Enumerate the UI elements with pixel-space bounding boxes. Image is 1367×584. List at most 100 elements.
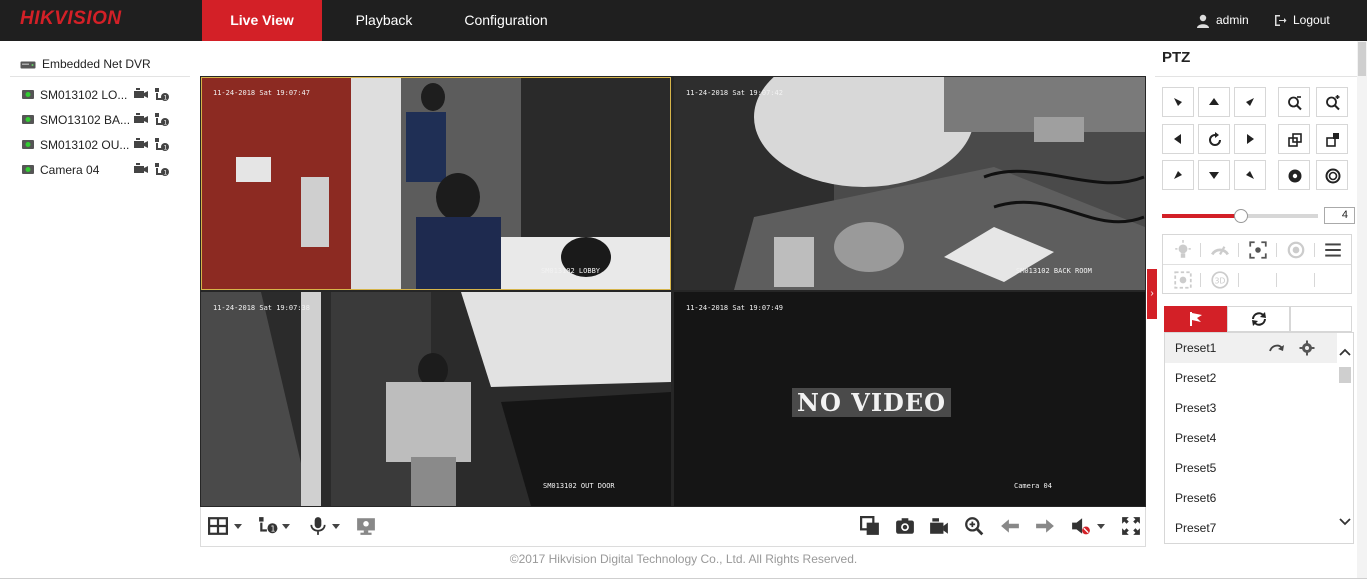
digital-zoom-icon[interactable] xyxy=(964,516,984,536)
stream-select-icon[interactable]: 1 xyxy=(154,162,170,177)
iris-open-button[interactable] xyxy=(1316,160,1348,190)
start-live-view-icon[interactable] xyxy=(134,113,148,125)
start-live-view-icon[interactable] xyxy=(134,138,148,150)
volume-dropdown-caret[interactable] xyxy=(1097,524,1105,529)
gear-icon[interactable] xyxy=(1299,340,1315,356)
preset-label: Preset2 xyxy=(1175,371,1217,385)
timestamp-overlay: 11-24-2018 Sat 19:07:38 xyxy=(213,304,310,312)
3d-positioning-icon[interactable]: 3D xyxy=(1210,270,1230,290)
scrollbar-thumb[interactable] xyxy=(1339,367,1351,383)
start-live-view-icon[interactable] xyxy=(134,88,148,100)
divider xyxy=(0,578,1367,579)
user-menu[interactable]: admin xyxy=(1196,0,1249,41)
focus-near-button[interactable] xyxy=(1278,124,1310,154)
menu-icon[interactable] xyxy=(1323,240,1343,260)
layout-dropdown-caret[interactable] xyxy=(234,524,242,529)
stream-dropdown-caret[interactable] xyxy=(282,524,290,529)
light-icon[interactable] xyxy=(1173,240,1193,260)
microphone-icon[interactable] xyxy=(308,516,328,536)
chevron-up-icon[interactable] xyxy=(1339,347,1351,357)
tab-patrol[interactable] xyxy=(1227,306,1290,332)
logout-label: Logout xyxy=(1293,13,1330,27)
manual-tracking-icon[interactable] xyxy=(1173,270,1193,290)
ptz-up-right-button[interactable] xyxy=(1234,87,1266,117)
preset-item-3[interactable]: Preset3 xyxy=(1165,393,1337,423)
timestamp-overlay: 11-24-2018 Sat 19:07:49 xyxy=(686,304,783,312)
auxiliary-focus-icon[interactable] xyxy=(1248,240,1268,260)
ptz-right-button[interactable] xyxy=(1234,124,1266,154)
ptz-up-button[interactable] xyxy=(1198,87,1230,117)
camera-status-icon xyxy=(22,115,34,124)
video-tile-1[interactable]: 11-24-2018 Sat 19:07:47 SM013102 LOBBY xyxy=(201,77,671,290)
video-wall-icon[interactable] xyxy=(356,516,376,536)
previous-page-icon[interactable] xyxy=(1000,516,1020,536)
divider xyxy=(1163,264,1351,265)
preset-item-5[interactable]: Preset5 xyxy=(1165,453,1337,483)
ptz-speed-slider[interactable] xyxy=(1162,209,1318,223)
video-feed-out-door xyxy=(201,292,671,506)
preset-label: Preset1 xyxy=(1175,341,1217,355)
tab-preset[interactable] xyxy=(1164,306,1227,332)
video-tile-4[interactable]: 11-24-2018 Sat 19:07:49 NO VIDEO Camera … xyxy=(674,292,1145,506)
tab-pattern[interactable] xyxy=(1290,306,1352,332)
video-tile-2[interactable]: 11-24-2018 Sat 19:07:42 SM013102 BACK RO… xyxy=(674,77,1145,290)
ptz-down-left-button[interactable] xyxy=(1162,160,1194,190)
svg-text:1: 1 xyxy=(271,524,276,533)
stream-select-icon[interactable]: 1 xyxy=(154,112,170,127)
tab-configuration[interactable]: Configuration xyxy=(450,0,562,41)
zoom-out-button[interactable] xyxy=(1278,87,1310,117)
video-tile-3[interactable]: 11-24-2018 Sat 19:07:38 SM013102 OUT DOO… xyxy=(201,292,671,506)
collapse-ptz-button[interactable]: › xyxy=(1147,269,1157,319)
user-icon xyxy=(1197,14,1209,28)
iris-close-button[interactable] xyxy=(1278,160,1310,190)
wiper-icon[interactable] xyxy=(1210,240,1230,260)
copyright-footer: ©2017 Hikvision Digital Technology Co., … xyxy=(509,552,858,566)
focus-far-button[interactable] xyxy=(1316,124,1348,154)
tab-live-view[interactable]: Live View xyxy=(202,0,322,41)
preset-item-1[interactable]: Preset1 xyxy=(1165,333,1337,363)
preset-item-4[interactable]: Preset4 xyxy=(1165,423,1337,453)
preset-label: Preset7 xyxy=(1175,521,1217,535)
stream-icon[interactable]: 1 xyxy=(258,516,278,536)
ptz-up-left-button[interactable] xyxy=(1162,87,1194,117)
no-video-indicator: NO VIDEO xyxy=(792,388,952,417)
username: admin xyxy=(1216,13,1249,27)
camera-item-2[interactable]: SMO13102 BA... 1 xyxy=(22,111,182,129)
stream-select-icon[interactable]: 1 xyxy=(154,137,170,152)
chevron-down-icon[interactable] xyxy=(1339,517,1351,527)
zoom-in-button[interactable] xyxy=(1316,87,1348,117)
microphone-dropdown-caret[interactable] xyxy=(332,524,340,529)
layout-icon[interactable] xyxy=(208,516,228,536)
ptz-auto-button[interactable] xyxy=(1198,124,1230,154)
lens-initialization-icon[interactable] xyxy=(1286,240,1306,260)
preset-item-2[interactable]: Preset2 xyxy=(1165,363,1337,393)
ptz-down-right-button[interactable] xyxy=(1234,160,1266,190)
volume-mute-icon[interactable] xyxy=(1071,516,1091,536)
record-icon[interactable] xyxy=(929,516,949,536)
page-scrollbar[interactable] xyxy=(1357,41,1367,578)
slider-handle[interactable] xyxy=(1234,209,1248,223)
camera-item-4[interactable]: Camera 04 1 xyxy=(22,161,182,179)
device-node[interactable]: Embedded Net DVR xyxy=(20,55,151,73)
preset-scrollbar[interactable] xyxy=(1337,333,1353,543)
stream-select-icon[interactable]: 1 xyxy=(154,87,170,102)
preset-label: Preset5 xyxy=(1175,461,1217,475)
tab-playback[interactable]: Playback xyxy=(330,0,438,41)
divider xyxy=(10,76,190,77)
stop-all-icon[interactable] xyxy=(860,516,880,536)
camera-item-3[interactable]: SM013102 OU... 1 xyxy=(22,136,182,154)
ptz-down-button[interactable] xyxy=(1198,160,1230,190)
camera-status-icon xyxy=(22,165,34,174)
call-preset-icon[interactable] xyxy=(1269,341,1285,355)
camera-item-1[interactable]: SM013102 LO... 1 xyxy=(22,86,182,104)
page-scrollbar-thumb[interactable] xyxy=(1358,42,1366,76)
ptz-left-button[interactable] xyxy=(1162,124,1194,154)
logout-button[interactable]: Logout xyxy=(1274,0,1330,41)
fullscreen-icon[interactable] xyxy=(1121,516,1141,536)
next-page-icon[interactable] xyxy=(1035,516,1055,536)
preset-item-6[interactable]: Preset6 xyxy=(1165,483,1337,513)
start-live-view-icon[interactable] xyxy=(134,163,148,175)
preset-item-7[interactable]: Preset7 xyxy=(1165,513,1337,543)
capture-icon[interactable] xyxy=(895,516,915,536)
ptz-speed-value: 4 xyxy=(1324,207,1355,224)
